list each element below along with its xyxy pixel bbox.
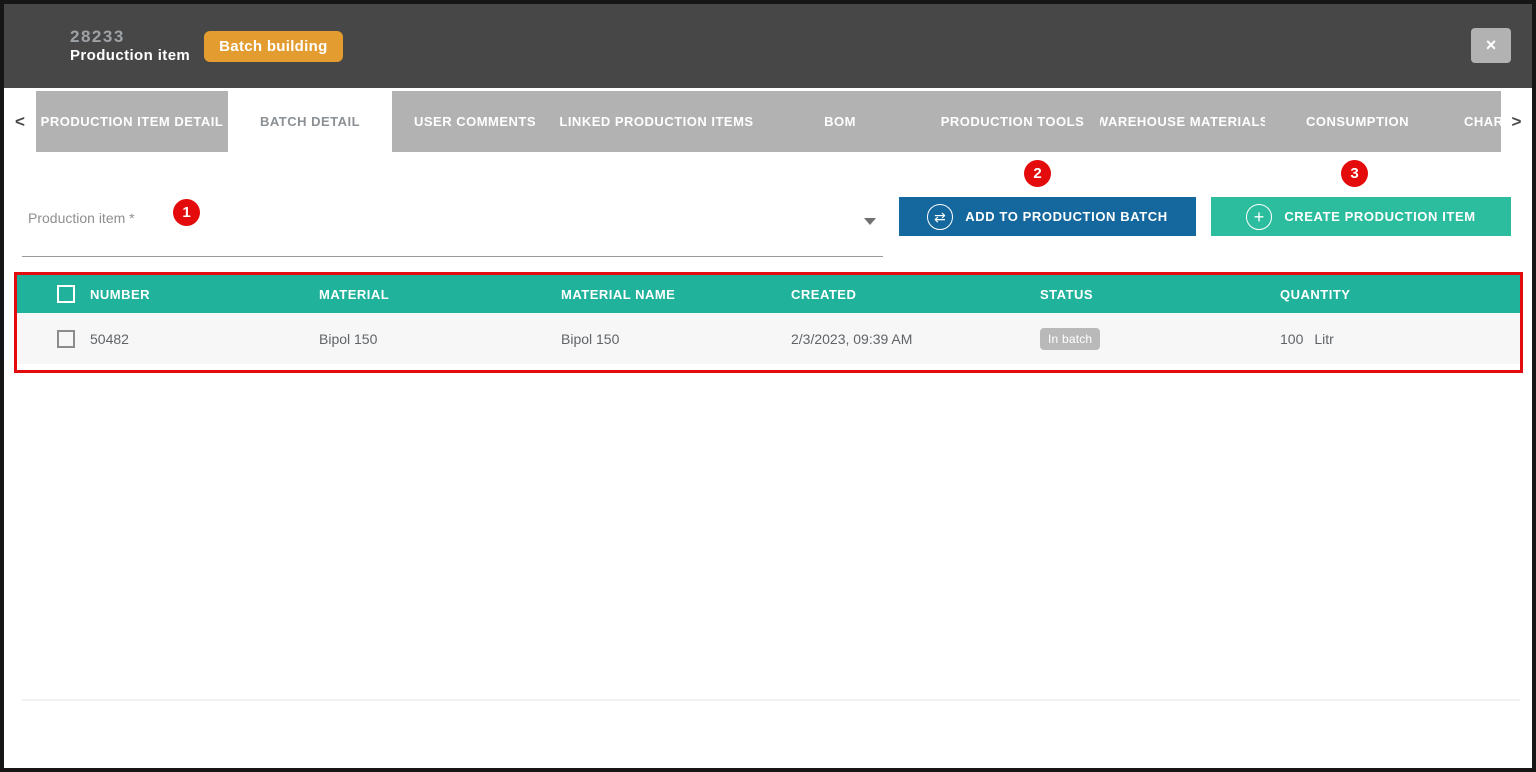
column-header-material-name: MATERIAL NAME xyxy=(561,287,791,302)
column-header-created: CREATED xyxy=(791,287,1040,302)
annotation-marker-1: 1 xyxy=(173,199,200,226)
batch-building-badge: Batch building xyxy=(204,31,342,62)
production-item-select[interactable] xyxy=(22,233,883,257)
title-block: 28233 Production item xyxy=(70,26,190,66)
plus-icon: + xyxy=(1246,204,1272,230)
status-badge: In batch xyxy=(1040,328,1100,350)
column-header-number: NUMBER xyxy=(90,287,319,302)
tab-user-comments[interactable]: USER COMMENTS xyxy=(392,91,558,152)
tab-bom[interactable]: BOM xyxy=(755,91,925,152)
annotation-marker-2: 2 xyxy=(1024,160,1051,187)
dropdown-arrow-icon[interactable] xyxy=(864,218,876,225)
tab-bar: < PRODUCTION ITEM DETAIL BATCH DETAIL US… xyxy=(4,91,1532,152)
table-header-row: NUMBER MATERIAL MATERIAL NAME CREATED ST… xyxy=(17,275,1520,313)
cell-quantity: 100 Litr xyxy=(1280,331,1520,347)
cell-number: 50482 xyxy=(90,331,319,347)
select-all-checkbox[interactable] xyxy=(57,285,75,303)
production-item-dialog: 28233 Production item Batch building × <… xyxy=(0,0,1536,772)
dialog-title: Production item xyxy=(70,47,190,66)
close-icon[interactable]: × xyxy=(1471,28,1511,63)
chevron-left-icon[interactable]: < xyxy=(4,91,36,152)
add-to-production-batch-label: ADD TO PRODUCTION BATCH xyxy=(965,209,1168,224)
tab-batch-detail[interactable]: BATCH DETAIL xyxy=(228,91,392,152)
bottom-divider xyxy=(22,699,1520,701)
swap-arrows-icon: ⇄ xyxy=(927,204,953,230)
quantity-unit: Litr xyxy=(1314,331,1333,347)
column-header-material: MATERIAL xyxy=(319,287,561,302)
cell-created: 2/3/2023, 09:39 AM xyxy=(791,331,1040,347)
table-row: 50482 Bipol 150 Bipol 150 2/3/2023, 09:3… xyxy=(17,313,1520,364)
batch-items-table: NUMBER MATERIAL MATERIAL NAME CREATED ST… xyxy=(14,272,1523,373)
annotation-marker-3: 3 xyxy=(1341,160,1368,187)
tab-linked-production-items[interactable]: LINKED PRODUCTION ITEMS xyxy=(558,91,755,152)
column-header-quantity: QUANTITY xyxy=(1280,287,1520,302)
tab-characteristics-clipped[interactable]: CHAR xyxy=(1450,91,1501,152)
row-checkbox[interactable] xyxy=(57,330,75,348)
tab-consumption[interactable]: CONSUMPTION xyxy=(1265,91,1450,152)
cell-status: In batch xyxy=(1040,328,1280,350)
tab-production-tools[interactable]: PRODUCTION TOOLS xyxy=(925,91,1100,152)
quantity-value: 100 xyxy=(1280,331,1303,347)
cell-material-name: Bipol 150 xyxy=(561,331,791,347)
create-production-item-button[interactable]: + CREATE PRODUCTION ITEM xyxy=(1211,197,1511,236)
production-item-field-label: Production item * xyxy=(28,210,135,226)
add-to-production-batch-button[interactable]: ⇄ ADD TO PRODUCTION BATCH xyxy=(899,197,1196,236)
tab-production-item-detail[interactable]: PRODUCTION ITEM DETAIL xyxy=(36,91,228,152)
column-header-status: STATUS xyxy=(1040,287,1280,302)
tab-warehouse-materials[interactable]: WAREHOUSE MATERIALS xyxy=(1100,91,1265,152)
dialog-header: 28233 Production item Batch building × xyxy=(4,4,1532,88)
cell-material: Bipol 150 xyxy=(319,331,561,347)
chevron-right-icon[interactable]: > xyxy=(1501,91,1532,152)
production-item-number: 28233 xyxy=(70,26,190,47)
create-production-item-label: CREATE PRODUCTION ITEM xyxy=(1284,209,1475,224)
